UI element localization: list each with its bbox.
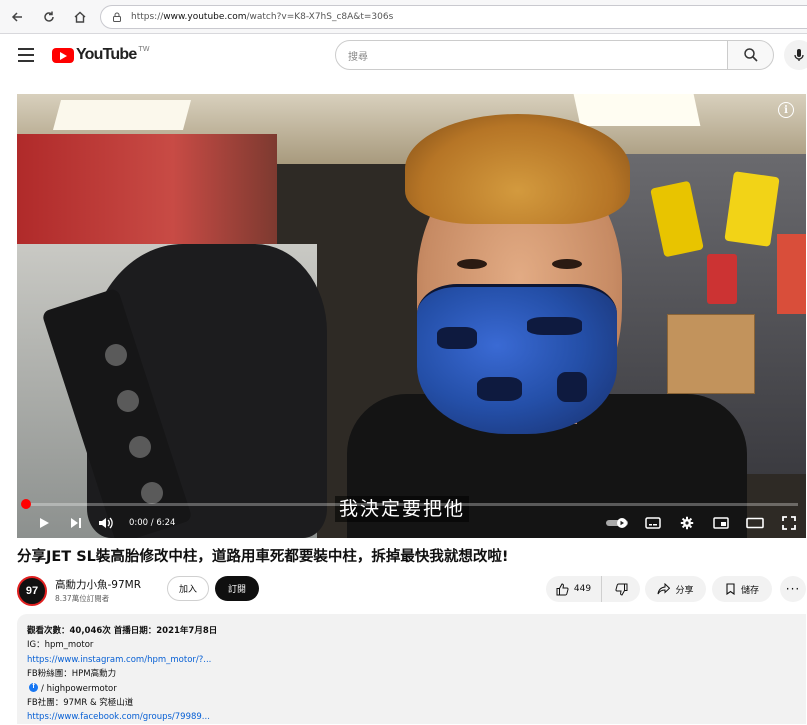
theater-icon bbox=[746, 517, 764, 529]
subtitles-button[interactable] bbox=[636, 517, 670, 529]
fb-handle[interactable]: / highpowermotor bbox=[41, 684, 117, 694]
url-domain: www.youtube.com bbox=[163, 12, 247, 22]
like-dislike-group: 449 bbox=[546, 576, 640, 602]
view-stats: 觀看次數：40,046次 首播日期：2021年7月8日 bbox=[27, 626, 218, 636]
play-button[interactable] bbox=[27, 516, 61, 530]
share-label: 分享 bbox=[675, 585, 694, 596]
voice-search-button[interactable] bbox=[784, 40, 807, 70]
info-icon[interactable]: i bbox=[778, 102, 794, 118]
fb-group-label: FB社團：97MR & 究極山道 bbox=[27, 698, 134, 709]
ig-label: IG：hpm_motor bbox=[27, 640, 94, 651]
save-label: 儲存 bbox=[740, 585, 759, 596]
settings-button[interactable] bbox=[670, 516, 704, 530]
search-button[interactable] bbox=[727, 40, 774, 70]
play-icon bbox=[40, 518, 49, 528]
logo-text: YouTube bbox=[76, 46, 137, 63]
logo-region: TW bbox=[138, 45, 150, 53]
ig-link[interactable]: https://www.instagram.com/hpm_motor/?... bbox=[27, 653, 796, 667]
dislike-button[interactable] bbox=[602, 576, 640, 602]
like-count: 449 bbox=[573, 584, 592, 594]
fb-handle-row[interactable]: f / highpowermotor bbox=[27, 682, 796, 696]
microphone-icon bbox=[794, 49, 804, 61]
next-icon bbox=[71, 518, 81, 528]
subscriber-count: 8.37萬位訂閱者 bbox=[55, 594, 110, 603]
subscribe-button[interactable]: 訂閱 bbox=[215, 576, 259, 601]
volume-icon bbox=[99, 517, 113, 529]
video-title: 分享JET SL裝高胎修改中柱，道路用車死都要裝中柱，拆掉最快我就想改啦! bbox=[17, 549, 509, 565]
url-prefix: https:// bbox=[131, 12, 164, 22]
channel-avatar[interactable]: 97 bbox=[17, 576, 47, 606]
bookmark-icon bbox=[726, 583, 735, 595]
search-icon bbox=[743, 48, 758, 62]
search-input[interactable]: 搜尋 bbox=[335, 40, 728, 70]
youtube-logo[interactable]: YouTube TW bbox=[52, 45, 150, 64]
next-button[interactable] bbox=[61, 516, 91, 530]
miniplayer-button[interactable] bbox=[704, 517, 738, 529]
join-button[interactable]: 加入 bbox=[167, 576, 209, 601]
more-actions-button[interactable]: ··· bbox=[780, 576, 806, 602]
facebook-icon: f bbox=[29, 683, 38, 693]
time-display: 0:00 / 6:24 bbox=[129, 518, 176, 528]
menu-icon[interactable] bbox=[18, 48, 34, 62]
address-bar[interactable]: https://www.youtube.com/watch?v=K8-X7hS_… bbox=[100, 5, 807, 29]
browser-toolbar: https://www.youtube.com/watch?v=K8-X7hS_… bbox=[0, 0, 807, 34]
lock-icon bbox=[113, 12, 121, 22]
fullscreen-button[interactable] bbox=[772, 516, 806, 530]
share-button[interactable]: 分享 bbox=[645, 576, 706, 602]
share-icon bbox=[657, 583, 671, 595]
save-button[interactable]: 儲存 bbox=[712, 576, 772, 602]
video-player[interactable]: i 我決定要把他 0:00 / 6:24 bbox=[17, 94, 806, 538]
autoplay-toggle[interactable] bbox=[600, 517, 636, 529]
fullscreen-icon bbox=[782, 516, 796, 530]
back-arrow-icon[interactable] bbox=[4, 4, 30, 30]
fb-group-link[interactable]: https://www.facebook.com/groups/79989... bbox=[27, 710, 796, 724]
thumbs-down-icon bbox=[614, 583, 627, 596]
miniplayer-icon bbox=[713, 517, 729, 529]
fb-fans-label: FB粉絲團：HPM高勳力 bbox=[27, 669, 117, 680]
description-box[interactable]: 觀看次數：40,046次 首播日期：2021年7月8日 IG：hpm_motor… bbox=[17, 614, 806, 724]
home-icon[interactable] bbox=[67, 4, 93, 30]
youtube-header: YouTube TW 搜尋 bbox=[0, 34, 807, 78]
like-button[interactable]: 449 bbox=[546, 576, 602, 602]
volume-button[interactable] bbox=[91, 516, 121, 530]
url-path: /watch?v=K8-X7hS_c8A&t=306s bbox=[246, 12, 394, 22]
gear-icon bbox=[680, 516, 694, 530]
channel-name[interactable]: 高勳力小魚-97MR bbox=[55, 577, 141, 592]
reload-icon[interactable] bbox=[36, 4, 62, 30]
youtube-play-icon bbox=[52, 47, 74, 63]
progress-bar[interactable] bbox=[25, 503, 798, 506]
subtitles-icon bbox=[645, 517, 661, 529]
thumbs-up-icon bbox=[556, 582, 569, 595]
theater-mode-button[interactable] bbox=[738, 517, 772, 529]
player-controls: 0:00 / 6:24 bbox=[17, 508, 806, 538]
